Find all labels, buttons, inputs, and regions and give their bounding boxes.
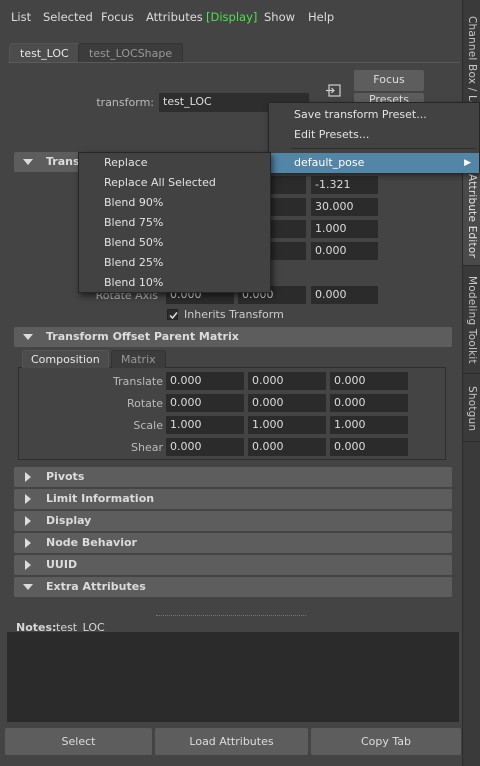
focus-button[interactable]: Focus bbox=[354, 70, 424, 91]
section-node-behavior[interactable]: Node Behavior bbox=[14, 533, 452, 553]
menu-display-label: Display bbox=[210, 10, 253, 24]
menu-show[interactable]: Show bbox=[264, 10, 295, 24]
tab-attribute-editor-label: Attribute Editor bbox=[466, 174, 478, 258]
tab-modeling-toolkit[interactable]: Modeling Toolkit bbox=[463, 272, 480, 374]
section-limit-information[interactable]: Limit Information bbox=[14, 489, 452, 509]
inherits-transform-checkbox[interactable] bbox=[167, 309, 178, 320]
tab-test-locshape[interactable]: test_LOCShape bbox=[78, 43, 184, 62]
section-pivots[interactable]: Pivots bbox=[14, 467, 452, 487]
section-extra-attributes-title: Extra Attributes bbox=[46, 580, 146, 593]
blend-75-item[interactable]: Blend 75% bbox=[79, 213, 270, 233]
tab-test-loc[interactable]: test_LOC bbox=[9, 43, 80, 62]
inherits-transform-label: Inherits Transform bbox=[184, 308, 284, 321]
offset-translate-z[interactable]: 0.000 bbox=[330, 372, 408, 390]
offset-translate-y[interactable]: 0.000 bbox=[248, 372, 326, 390]
edit-presets-item[interactable]: Edit Presets... bbox=[269, 125, 479, 145]
expand-arrow-icon bbox=[23, 159, 33, 165]
expand-arrow-icon bbox=[23, 334, 33, 340]
collapse-arrow-icon bbox=[25, 516, 31, 526]
menu-list[interactable]: List bbox=[11, 10, 31, 24]
tab-divider bbox=[8, 62, 460, 63]
offset-rotate-x[interactable]: 0.000 bbox=[166, 394, 244, 412]
section-uuid-title: UUID bbox=[46, 558, 78, 571]
menu-bar: List Selected Focus Attributes [Display]… bbox=[0, 0, 462, 34]
tab-shotgun-label: Shotgun bbox=[466, 386, 478, 432]
offset-shear-y[interactable]: 0.000 bbox=[248, 438, 326, 456]
offset-translate-label: Translate bbox=[113, 375, 163, 388]
offset-scale-y[interactable]: 1.000 bbox=[248, 416, 326, 434]
blend-90-item[interactable]: Blend 90% bbox=[79, 193, 270, 213]
expand-arrow-icon bbox=[23, 584, 33, 590]
default-pose-item[interactable]: default_pose ▶ bbox=[269, 153, 479, 173]
transform-label: transform: bbox=[96, 96, 154, 109]
offset-translate-x[interactable]: 0.000 bbox=[166, 372, 244, 390]
section-node-behavior-title: Node Behavior bbox=[46, 536, 137, 549]
section-extra-attributes[interactable]: Extra Attributes bbox=[14, 577, 452, 597]
transform-field-2-2[interactable]: 1.000 bbox=[311, 220, 378, 238]
menu-selected[interactable]: Selected bbox=[43, 10, 93, 24]
menu-help[interactable]: Help bbox=[308, 10, 334, 24]
section-uuid[interactable]: UUID bbox=[14, 555, 452, 575]
input-output-icon[interactable] bbox=[326, 84, 342, 98]
rotate-axis-z[interactable]: 0.000 bbox=[311, 286, 378, 304]
notes-splitter-handle[interactable] bbox=[156, 615, 306, 617]
load-attributes-button[interactable]: Load Attributes bbox=[155, 728, 308, 755]
replace-item[interactable]: Replace bbox=[79, 153, 270, 173]
transform-field-0-2[interactable]: -1.321 bbox=[311, 176, 378, 194]
section-display-title: Display bbox=[46, 514, 92, 527]
collapse-arrow-icon bbox=[25, 494, 31, 504]
tab-channel-box-label: Channel Box / La bbox=[466, 16, 478, 108]
collapse-arrow-icon bbox=[25, 560, 31, 570]
section-display[interactable]: Display bbox=[14, 511, 452, 531]
section-offset-parent-matrix[interactable]: Transform Offset Parent Matrix bbox=[14, 327, 452, 347]
tab-shotgun[interactable]: Shotgun bbox=[463, 382, 480, 442]
tab-composition[interactable]: Composition bbox=[22, 350, 109, 368]
notes-textarea[interactable] bbox=[7, 632, 459, 722]
blend-25-item[interactable]: Blend 25% bbox=[79, 253, 270, 273]
transform-field-3-2[interactable]: 0.000 bbox=[311, 242, 378, 260]
section-offset-parent-matrix-title: Transform Offset Parent Matrix bbox=[46, 330, 239, 343]
save-preset-item[interactable]: Save transform Preset... bbox=[269, 105, 479, 125]
offset-shear-x[interactable]: 0.000 bbox=[166, 438, 244, 456]
menu-focus[interactable]: Focus bbox=[101, 10, 134, 24]
tab-attribute-editor[interactable]: Attribute Editor bbox=[463, 170, 480, 266]
offset-scale-z[interactable]: 1.000 bbox=[330, 416, 408, 434]
checkmark-icon bbox=[169, 312, 178, 320]
collapse-arrow-icon bbox=[25, 538, 31, 548]
offset-rotate-label: Rotate bbox=[126, 397, 163, 410]
select-button[interactable]: Select bbox=[5, 728, 152, 755]
menu-attributes[interactable]: Attributes bbox=[146, 10, 203, 24]
transform-field-1-2[interactable]: 30.000 bbox=[311, 198, 378, 216]
default-pose-label: default_pose bbox=[294, 156, 365, 169]
offset-scale-label: Scale bbox=[133, 419, 163, 432]
blend-50-item[interactable]: Blend 50% bbox=[79, 233, 270, 253]
collapse-arrow-icon bbox=[25, 472, 31, 482]
tab-matrix[interactable]: Matrix bbox=[111, 350, 166, 368]
blend-10-item[interactable]: Blend 10% bbox=[79, 273, 270, 293]
copy-tab-button[interactable]: Copy Tab bbox=[311, 728, 461, 755]
offset-scale-x[interactable]: 1.000 bbox=[166, 416, 244, 434]
offset-rotate-z[interactable]: 0.000 bbox=[330, 394, 408, 412]
replace-all-selected-item[interactable]: Replace All Selected bbox=[79, 173, 270, 193]
section-pivots-title: Pivots bbox=[46, 470, 85, 483]
menu-display[interactable]: [Display] bbox=[206, 10, 257, 24]
menu-separator bbox=[291, 148, 477, 149]
tab-modeling-toolkit-label: Modeling Toolkit bbox=[466, 276, 478, 364]
offset-shear-label: Shear bbox=[131, 441, 163, 454]
tab-channel-box[interactable]: Channel Box / La bbox=[463, 12, 480, 108]
offset-rotate-y[interactable]: 0.000 bbox=[248, 394, 326, 412]
offset-shear-z[interactable]: 0.000 bbox=[330, 438, 408, 456]
submenu-arrow-icon: ▶ bbox=[464, 158, 471, 168]
preset-menu: Save transform Preset... Edit Presets...… bbox=[268, 102, 480, 173]
blend-menu: Replace Replace All Selected Blend 90% B… bbox=[78, 152, 271, 293]
section-limit-information-title: Limit Information bbox=[46, 492, 155, 505]
